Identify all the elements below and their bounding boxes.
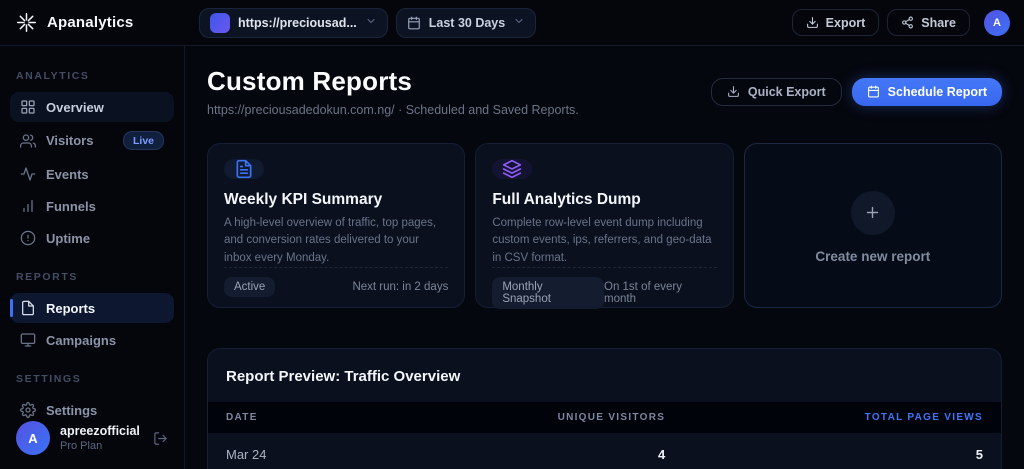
logout-icon[interactable] [153,431,168,446]
live-badge: Live [122,131,164,150]
quick-export-label: Quick Export [747,84,826,99]
brand: Apanalytics [0,12,185,33]
export-button[interactable]: Export [791,9,880,36]
status-badge: Active [224,276,276,297]
card-title: Full Analytics Dump [492,191,641,208]
sidebar-item-events[interactable]: Events [10,159,174,189]
sidebar-item-label: Visitors [46,133,94,148]
card-description: Complete row-level event dump including … [492,217,712,264]
avatar-initial: A [28,430,38,446]
cell-unique-visitors: 4 [658,447,666,462]
asterisk-logo-icon [16,12,37,33]
share-icon [901,16,914,29]
user-avatar: A [16,421,50,455]
sidebar-section-analytics: ANALYTICS [16,70,90,82]
card-meta: Next run: in 2 days [352,280,449,293]
card-description: A high-level overview of traffic, top pa… [224,217,437,264]
sidebar-item-campaigns[interactable]: Campaigns [10,325,174,355]
main-content: Custom Reports https://preciousadedokun.… [185,46,1024,469]
file-text-icon [224,159,264,179]
sidebar-item-label: Uptime [46,230,91,246]
date-range-label: Last 30 Days [428,15,506,30]
report-card-weekly-kpi[interactable]: Weekly KPI Summary A high-level overview… [207,143,466,308]
monitor-icon [20,332,36,348]
user-avatar[interactable]: A [984,9,1010,36]
report-preview-title: Report Preview: Traffic Overview [226,368,461,385]
chevron-down-icon [513,15,525,30]
card-footer: Monthly Snapshot On 1st of every month [492,266,717,309]
page-header: Custom Reports https://preciousadedokun.… [200,66,1002,117]
status-badge: Monthly Snapshot [492,276,604,309]
users-icon [20,133,36,149]
sidebar-item-label: Events [46,166,89,182]
brand-name: Apanalytics [47,14,134,31]
avatar-initial: A [993,16,1001,29]
sidebar-item-reports[interactable]: Reports [10,293,174,323]
calendar-icon [867,85,880,98]
cell-date: Mar 24 [226,447,267,462]
cell-total-page-views: 5 [975,447,983,462]
create-report-card[interactable]: Create new report [743,143,1002,308]
sidebar-user[interactable]: A apreezofficial Pro Plan [0,407,184,469]
file-icon [20,300,36,316]
page-title: Custom Reports [207,66,413,96]
topbar-controls: https://preciousad... Last 30 Days Expor… [185,7,1024,38]
site-url-label: https://preciousad... [238,15,357,30]
column-header-unique-visitors: UNIQUE VISITORS [557,412,666,423]
app-root: Apanalytics https://preciousad... Last 3… [0,0,1024,469]
site-favicon [210,12,230,33]
activity-icon [20,166,36,182]
sidebar-section-reports: REPORTS [16,271,78,283]
column-header-date: DATE [226,412,258,423]
sidebar-item-label: Reports [46,300,96,316]
schedule-report-label: Schedule Report [887,84,987,99]
table-row: Mar 24 4 5 [208,433,1001,469]
page-title-block: Custom Reports https://preciousadedokun.… [207,66,579,117]
date-range-selector[interactable]: Last 30 Days [395,7,537,38]
share-label: Share [921,15,956,30]
user-name: apreezofficial [60,424,140,438]
sidebar-item-funnels[interactable]: Funnels [10,191,174,221]
sidebar-item-visitors[interactable]: Visitors Live [10,124,174,157]
topbar: Apanalytics https://preciousad... Last 3… [0,0,1024,46]
sidebar-item-overview[interactable]: Overview [10,92,174,122]
sidebar-section-settings: SETTINGS [16,373,82,385]
card-meta: On 1st of every month [604,280,682,305]
table-header-row: DATE UNIQUE VISITORS TOTAL PAGE VIEWS [208,402,1001,433]
grid-icon [20,99,36,115]
bar-chart-icon [20,198,36,214]
schedule-report-button[interactable]: Schedule Report [851,77,1002,106]
share-button[interactable]: Share [887,9,970,36]
quick-export-button[interactable]: Quick Export [710,77,842,106]
column-header-total-page-views: TOTAL PAGE VIEWS [864,412,983,423]
page-subtitle: https://preciousadedokun.com.ng/ · Sched… [207,103,579,117]
page-actions: Quick Export Schedule Report [710,77,1002,106]
user-meta: apreezofficial Pro Plan [60,424,140,452]
export-label: Export [825,15,866,30]
download-icon [727,85,740,98]
plus-icon[interactable] [850,190,895,235]
download-icon [806,16,819,29]
calendar-icon [407,16,421,30]
chevron-down-icon [365,15,377,30]
alert-circle-icon [20,230,36,246]
user-plan: Pro Plan [60,440,103,452]
card-footer: Active Next run: in 2 days [224,266,449,297]
sidebar: ANALYTICS Overview Visitors Live Events [0,46,185,469]
sidebar-item-label: Overview [46,99,104,115]
card-title: Weekly KPI Summary [224,191,383,208]
sidebar-item-label: Funnels [46,198,96,214]
report-preview-panel: Report Preview: Traffic Overview DATE UN… [207,348,1002,469]
layers-icon [492,159,533,179]
report-card-analytics-dump[interactable]: Full Analytics Dump Complete row-level e… [475,143,734,309]
create-report-label: Create new report [815,248,931,264]
sidebar-item-label: Campaigns [46,332,117,348]
site-selector[interactable]: https://preciousad... [199,7,388,38]
sidebar-item-uptime[interactable]: Uptime [10,223,174,253]
report-cards: Weekly KPI Summary A high-level overview… [207,143,1002,309]
